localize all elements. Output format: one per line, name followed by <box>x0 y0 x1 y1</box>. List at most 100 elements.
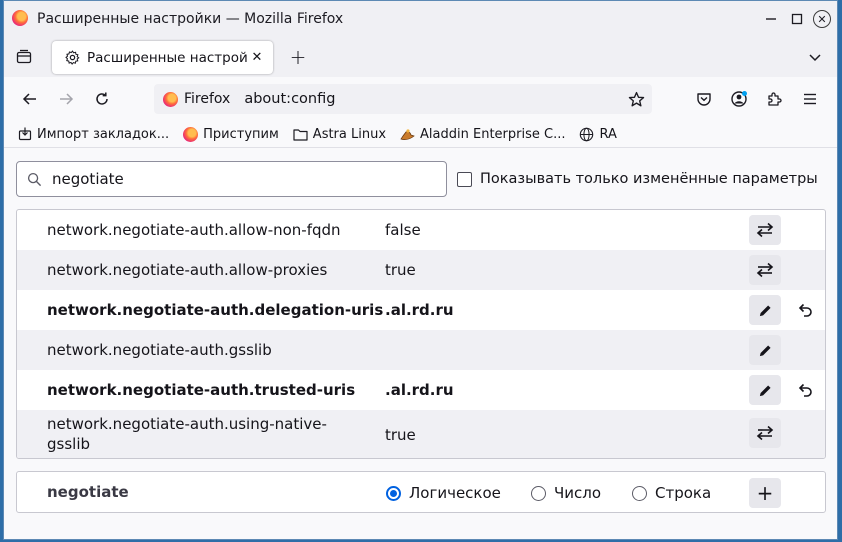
pocket-icon <box>697 93 711 106</box>
pencil-icon <box>759 304 771 316</box>
toggle-arrows-icon <box>756 222 774 238</box>
maximize-button[interactable] <box>787 9 807 29</box>
toggle-button[interactable] <box>749 215 781 245</box>
pencil-icon <box>759 344 771 356</box>
desktop-background <box>838 0 842 542</box>
toggle-button[interactable] <box>749 418 781 448</box>
tab-strip: Расширенные настройки ✕ + <box>4 37 837 77</box>
close-window-button[interactable]: ✕ <box>812 9 832 29</box>
show-modified-only-checkbox[interactable] <box>457 171 472 187</box>
bookmark-label: RA <box>599 126 617 142</box>
pref-name: network.negotiate-auth.allow-proxies <box>47 261 328 279</box>
toggle-arrows-icon <box>756 425 774 441</box>
list-all-tabs-button[interactable] <box>804 46 826 68</box>
pref-name: network.negotiate-auth.trusted-uris <box>47 381 356 399</box>
radio-boolean[interactable] <box>386 485 401 501</box>
search-box[interactable] <box>16 161 447 197</box>
toggle-button[interactable] <box>749 255 781 285</box>
url-bar[interactable]: Firefox about:config <box>154 84 652 114</box>
tab-title: Расширенные настройки <box>87 49 247 66</box>
firefox-icon <box>163 91 178 107</box>
pref-name: network.negotiate-auth.delegation-uris <box>47 301 384 319</box>
globe-icon <box>579 127 594 142</box>
pref-name-line: gsslib <box>47 435 91 453</box>
pref-name: network.negotiate-auth.allow-non-fqdn <box>47 221 341 239</box>
firefox-icon <box>183 126 199 142</box>
maximize-icon <box>791 13 803 25</box>
hamburger-menu-icon <box>804 93 816 105</box>
pref-row[interactable]: network.negotiate-auth.trusted-uris .al.… <box>17 370 825 410</box>
bookmark-aladdin[interactable]: Aladdin Enterprise C... <box>400 127 565 142</box>
edit-button[interactable] <box>749 335 781 365</box>
new-pref-name: negotiate <box>47 483 129 501</box>
reset-button[interactable] <box>792 377 818 403</box>
show-modified-only-toggle[interactable]: Показывать только изменённые параметры <box>457 171 818 187</box>
firefox-view-icon <box>16 49 32 64</box>
bookmark-label: Astra Linux <box>312 126 387 142</box>
puzzle-icon <box>768 92 782 106</box>
pref-name: network.negotiate-auth.gsslib <box>47 341 272 359</box>
edit-button[interactable] <box>749 375 781 405</box>
new-tab-button[interactable]: + <box>286 45 310 69</box>
reset-button[interactable] <box>792 297 818 323</box>
close-icon: ✕ <box>813 10 831 28</box>
identity-box[interactable]: Firefox <box>163 91 230 107</box>
pref-name-line: network.negotiate-auth.using-native- <box>47 415 327 433</box>
radio-string[interactable] <box>632 485 647 501</box>
search-input[interactable] <box>52 170 432 188</box>
reload-icon <box>96 92 108 105</box>
type-string-option[interactable]: Строка <box>632 484 711 502</box>
edit-button[interactable] <box>749 295 781 325</box>
undo-icon <box>798 303 812 317</box>
add-preference-button[interactable]: + <box>749 478 781 508</box>
reload-button[interactable] <box>89 86 115 112</box>
bookmark-getting-started[interactable]: Приступим <box>183 126 279 142</box>
pref-row[interactable]: network.negotiate-auth.using-native- gss… <box>17 410 825 458</box>
bookmark-label: Приступим <box>203 126 279 142</box>
close-tab-button[interactable]: ✕ <box>249 49 265 65</box>
pref-value: false <box>385 221 421 239</box>
title-bar: Расширенные настройки — Mozilla Firefox … <box>4 1 837 37</box>
window-title: Расширенные настройки — Mozilla Firefox <box>37 11 344 27</box>
pref-value: .al.rd.ru <box>385 381 454 399</box>
radio-number[interactable] <box>531 485 546 501</box>
preferences-table: network.negotiate-auth.allow-non-fqdn fa… <box>16 209 826 459</box>
bookmark-ra[interactable]: RA <box>579 126 617 142</box>
pref-row[interactable]: network.negotiate-auth.allow-non-fqdn fa… <box>17 210 825 250</box>
aladdin-icon <box>400 127 415 142</box>
import-icon <box>17 127 32 142</box>
url-text[interactable]: about:config <box>244 91 335 107</box>
pref-value: .al.rd.ru <box>385 301 454 319</box>
pocket-button[interactable] <box>692 87 716 111</box>
forward-button[interactable] <box>53 86 79 112</box>
bookmark-star-button[interactable] <box>626 89 646 109</box>
tab-advanced-settings[interactable]: Расширенные настройки ✕ <box>52 41 273 74</box>
minimize-button[interactable] <box>761 9 781 29</box>
pref-value: true <box>385 261 416 279</box>
type-label: Строка <box>655 484 712 502</box>
undo-icon <box>798 383 812 397</box>
bookmark-folder-astra-linux[interactable]: Astra Linux <box>293 127 386 142</box>
pencil-icon <box>759 384 771 396</box>
back-button[interactable] <box>17 86 43 112</box>
show-modified-only-label: Показывать только изменённые параметры <box>480 171 818 187</box>
account-button[interactable] <box>727 87 751 111</box>
app-menu-button[interactable] <box>798 87 822 111</box>
pref-row[interactable]: network.negotiate-auth.gsslib <box>17 330 825 370</box>
pref-name: network.negotiate-auth.using-native- gss… <box>47 414 327 454</box>
type-label: Логическое <box>409 484 501 502</box>
toggle-arrows-icon <box>756 262 774 278</box>
back-arrow-icon <box>22 93 36 105</box>
navigation-toolbar: Firefox about:config <box>4 77 837 121</box>
search-icon <box>27 172 42 186</box>
firefox-window: Расширенные настройки — Mozilla Firefox … <box>3 0 838 540</box>
pref-row[interactable]: network.negotiate-auth.delegation-uris .… <box>17 290 825 330</box>
type-boolean-option[interactable]: Логическое <box>386 484 501 502</box>
forward-arrow-icon <box>60 93 74 105</box>
bookmark-import[interactable]: Импорт закладок... <box>17 127 169 142</box>
type-number-option[interactable]: Число <box>531 484 601 502</box>
extensions-button[interactable] <box>762 87 786 111</box>
firefox-view-button[interactable] <box>12 45 36 69</box>
pref-row[interactable]: network.negotiate-auth.allow-proxies tru… <box>17 250 825 290</box>
gear-icon <box>64 50 80 66</box>
